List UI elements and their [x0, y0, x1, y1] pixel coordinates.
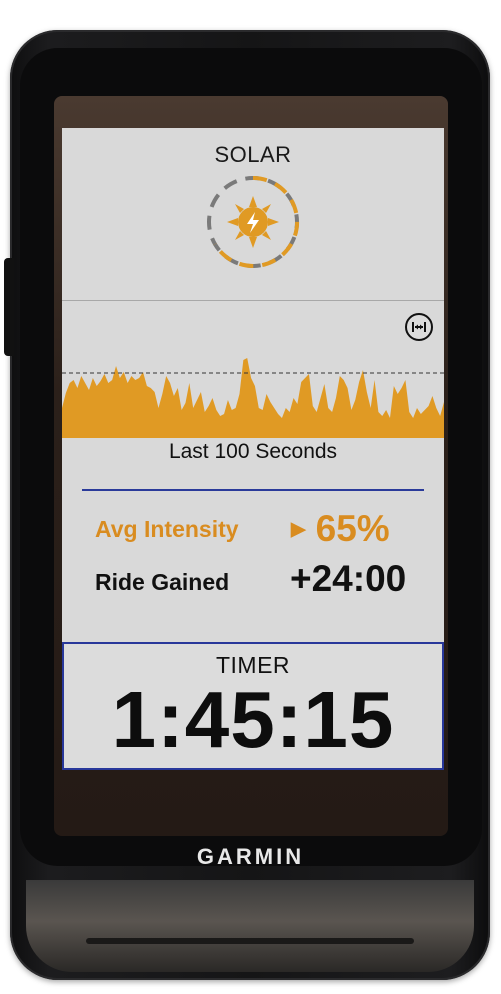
play-indicator-icon: ▶	[291, 519, 306, 540]
device-screen: SOLAR Last 100 Seconds Avg Intensity ▶ 6…	[62, 128, 444, 770]
sun-lightning-icon	[207, 175, 300, 268]
solar-widget[interactable]: SOLAR	[62, 128, 444, 300]
blue-divider	[82, 489, 424, 491]
solar-intensity-chart	[62, 358, 444, 438]
timer-value: 1:45:15	[111, 675, 395, 764]
ride-gained-value: +24:00	[290, 558, 407, 599]
brand-logo: GARMIN	[196, 844, 305, 869]
intensity-area-series	[62, 358, 444, 438]
device-bottom-edge	[26, 880, 474, 972]
section-divider	[62, 300, 444, 301]
timer-field[interactable]: TIMER 1:45:15	[62, 642, 444, 770]
side-button[interactable]	[4, 258, 14, 356]
avg-intensity-number: 65%	[315, 508, 390, 549]
avg-intensity-label: Avg Intensity	[95, 516, 239, 542]
bottom-lip	[86, 938, 414, 944]
ride-gained-label: Ride Gained	[95, 569, 230, 595]
chart-caption: Last 100 Seconds	[168, 440, 338, 463]
avg-intensity-value: ▶ 65%	[291, 508, 390, 550]
solar-title: SOLAR	[214, 142, 292, 167]
